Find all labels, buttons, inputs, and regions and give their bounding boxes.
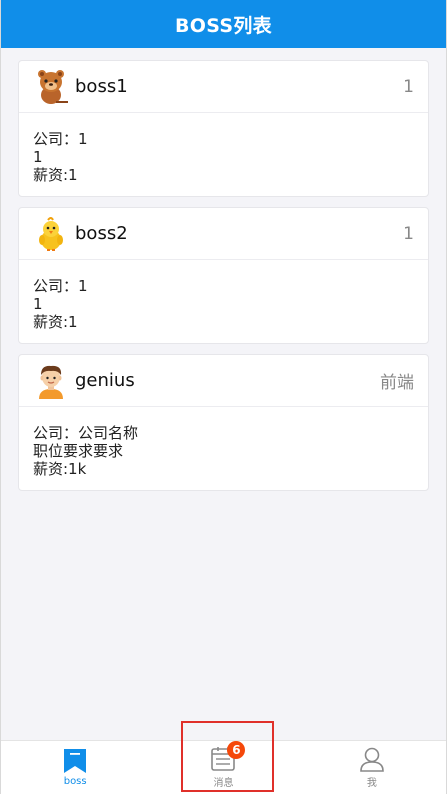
app-frame: BOSS列表 boss1 1 公司：1 1 薪资:1 boss2 1 公司：1 … xyxy=(0,0,447,794)
salary-line: 薪资:1k xyxy=(33,460,87,478)
card-extra: 1 xyxy=(403,76,414,97)
company-line: 公司：公司名称 xyxy=(33,424,139,442)
tab-label: 我 xyxy=(366,778,377,789)
tab-label: 消息 xyxy=(213,778,234,789)
card-title: genius xyxy=(75,370,135,391)
user-icon xyxy=(360,747,384,772)
boss-list: boss1 1 公司：1 1 薪资:1 boss2 1 公司：1 1 薪资:1 … xyxy=(1,48,446,491)
card-title: boss2 xyxy=(75,223,128,244)
unread-badge: 6 xyxy=(227,741,246,759)
card-body: 公司：公司名称 职位要求要求 薪资:1k xyxy=(19,407,428,490)
company-line: 公司：1 xyxy=(33,277,88,295)
requirement-line: 1 xyxy=(33,148,43,166)
card-header: genius 前端 xyxy=(19,355,428,407)
navbar: BOSS列表 xyxy=(1,0,446,48)
card-body: 公司：1 1 薪资:1 xyxy=(19,113,428,196)
bear-avatar-icon xyxy=(38,69,68,104)
requirement-line: 1 xyxy=(33,295,43,313)
chick-avatar-icon xyxy=(39,216,63,251)
message-list-icon-wrap: 6 xyxy=(210,741,246,772)
list-item[interactable]: genius 前端 公司：公司名称 职位要求要求 薪资:1k xyxy=(18,354,429,491)
requirement-line: 职位要求要求 xyxy=(33,442,124,460)
card-header: boss1 1 xyxy=(19,61,428,113)
tab-boss[interactable]: boss xyxy=(1,741,149,794)
page-title: BOSS列表 xyxy=(175,14,272,37)
card-header: boss2 1 xyxy=(19,208,428,260)
card-body: 公司：1 1 薪资:1 xyxy=(19,260,428,343)
tab-bar: boss 6 消息 我 xyxy=(1,740,446,794)
list-item[interactable]: boss2 1 公司：1 1 薪资:1 xyxy=(18,207,429,344)
card-extra: 前端 xyxy=(380,373,414,393)
tab-label: boss xyxy=(63,776,87,787)
list-item[interactable]: boss1 1 公司：1 1 薪资:1 xyxy=(18,60,429,197)
salary-line: 薪资:1 xyxy=(33,166,78,184)
bookmark-icon xyxy=(64,749,87,773)
tab-me[interactable]: 我 xyxy=(298,741,446,794)
card-title: boss1 xyxy=(75,76,128,97)
tab-messages[interactable]: 6 消息 xyxy=(149,741,297,794)
card-extra: 1 xyxy=(403,223,414,244)
boy-avatar-icon xyxy=(39,365,63,399)
salary-line: 薪资:1 xyxy=(33,313,78,331)
company-line: 公司：1 xyxy=(33,130,88,148)
